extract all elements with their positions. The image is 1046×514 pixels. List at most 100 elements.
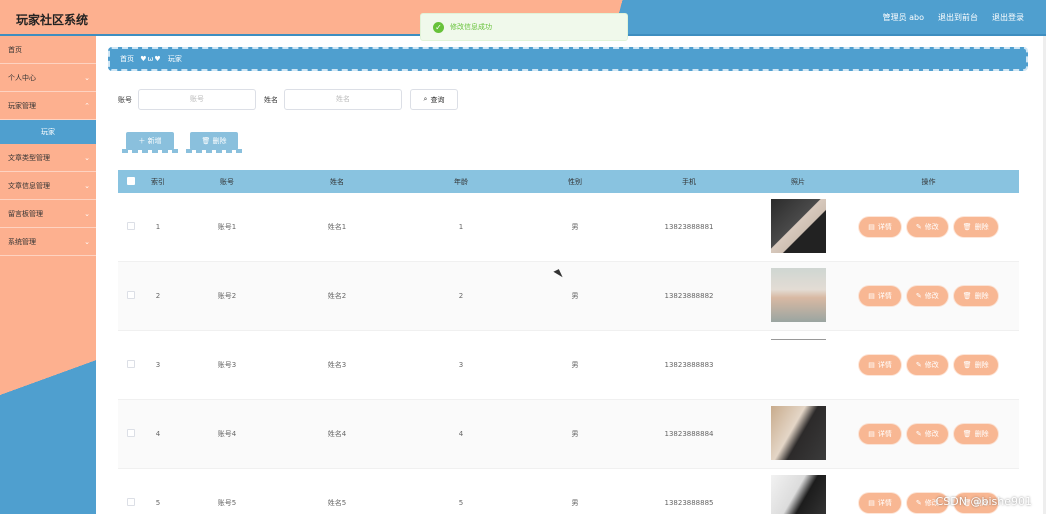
- search-bar: 账号 账号 姓名 姓名 ⌕ 查询: [118, 89, 458, 110]
- delete-button-label: 删除: [974, 361, 989, 369]
- detail-button[interactable]: ▤ 详情: [860, 287, 900, 305]
- name-search-input[interactable]: 姓名: [284, 89, 402, 110]
- delete-button[interactable]: 🗑 删除: [954, 356, 997, 374]
- age-cell: 4: [458, 430, 464, 438]
- row-checkbox[interactable]: [127, 222, 135, 230]
- batch-delete-button[interactable]: 🗑 删除: [186, 132, 242, 153]
- row-checkbox-cell: [118, 429, 144, 439]
- row-checkbox[interactable]: [127, 360, 135, 368]
- row-checkbox-cell: [118, 222, 144, 232]
- account-cell: 账号4: [217, 430, 237, 438]
- breadcrumb-home[interactable]: 首页: [120, 55, 134, 63]
- header-checkbox-cell: [118, 176, 144, 187]
- admin-user-link[interactable]: 管理员 abo: [883, 12, 924, 23]
- column-header: 索引: [151, 177, 165, 186]
- trash-icon: 🗑: [962, 430, 972, 438]
- table-header: 索引 账号 姓名 年龄 性别 手机 照片 操作: [118, 170, 1019, 193]
- age-cell: 3: [458, 361, 464, 369]
- sidebar-item-label: 首页: [8, 46, 22, 54]
- sidebar-item-system-management[interactable]: 系统管理 ⌄: [0, 228, 96, 256]
- column-header: 照片: [791, 177, 805, 186]
- column-header: 年龄: [454, 177, 468, 186]
- chevron-down-icon: ⌄: [84, 210, 90, 218]
- detail-button[interactable]: ▤ 详情: [860, 494, 900, 512]
- name-cell: 姓名4: [327, 430, 347, 438]
- pencil-icon: ✎: [915, 430, 922, 438]
- sidebar-item-message-board-management[interactable]: 留言板管理 ⌄: [0, 200, 96, 228]
- sidebar-item-home[interactable]: 首页: [0, 36, 96, 64]
- detail-button[interactable]: ▤ 详情: [860, 356, 900, 374]
- pencil-icon: ✎: [915, 499, 922, 507]
- pencil-icon: ✎: [915, 361, 922, 369]
- logout-link[interactable]: 退出登录: [992, 12, 1024, 23]
- document-icon: ▤: [868, 499, 875, 507]
- row-checkbox[interactable]: [127, 498, 135, 506]
- select-all-checkbox[interactable]: [127, 176, 135, 185]
- account-cell: 账号2: [217, 292, 237, 300]
- player-photo: [770, 475, 826, 514]
- sidebar-item-article-type-management[interactable]: 文章类型管理 ⌄: [0, 144, 96, 172]
- detail-button-label: 详情: [877, 361, 892, 369]
- app-title: 玩家社区系统: [16, 13, 89, 27]
- row-checkbox-cell: [118, 498, 144, 508]
- photo-cell: [758, 475, 838, 514]
- sidebar-item-label: 玩家管理: [8, 102, 36, 110]
- delete-button[interactable]: 🗑 删除: [954, 425, 997, 443]
- column-header: 操作: [921, 177, 936, 186]
- sidebar-item-label: 留言板管理: [8, 210, 43, 218]
- detail-button[interactable]: ▤ 详情: [860, 425, 900, 443]
- top-links: 管理员 abo 退出到前台 退出登录: [883, 12, 1024, 23]
- batch-delete-button-label: 删除: [212, 137, 227, 145]
- query-button[interactable]: ⌕ 查询: [410, 89, 458, 110]
- hearts-separator-icon: ♥ω♥: [140, 55, 162, 63]
- phone-cell: 13823888881: [664, 223, 714, 231]
- detail-button[interactable]: ▤ 详情: [860, 218, 900, 236]
- sidebar-item-player-management[interactable]: 玩家管理 ⌃: [0, 92, 96, 120]
- breadcrumb: 首页 ♥ω♥ 玩家: [108, 47, 1028, 71]
- document-icon: ▤: [868, 430, 875, 438]
- player-photo: [770, 268, 826, 322]
- document-icon: ▤: [868, 223, 875, 231]
- row-checkbox[interactable]: [127, 429, 135, 437]
- delete-button-label: 删除: [974, 292, 989, 300]
- phone-cell: 13823888883: [664, 361, 714, 369]
- sidebar-subitem-player[interactable]: 玩家: [0, 120, 96, 144]
- index-cell: 3: [155, 361, 161, 369]
- go-frontend-link[interactable]: 退出到前台: [938, 12, 978, 23]
- name-cell: 姓名1: [327, 223, 347, 231]
- phone-cell: 13823888885: [664, 499, 714, 507]
- sidebar-item-label: 系统管理: [8, 238, 36, 246]
- detail-button-label: 详情: [877, 292, 892, 300]
- edit-button[interactable]: ✎ 修改: [907, 218, 947, 236]
- pencil-icon: ✎: [915, 292, 922, 300]
- edit-button[interactable]: ✎ 修改: [907, 287, 947, 305]
- edit-button[interactable]: ✎ 修改: [907, 356, 947, 374]
- index-cell: 4: [155, 430, 161, 438]
- sidebar-item-label: 文章信息管理: [8, 182, 50, 190]
- sidebar-item-label: 文章类型管理: [8, 154, 50, 162]
- query-button-label: 查询: [430, 95, 445, 104]
- table-row: 3 账号3 姓名3 3 男 13823888883 ▤ 详情 ✎ 修改 🗑 删除: [118, 331, 1019, 400]
- name-cell: 姓名5: [327, 499, 347, 507]
- gender-cell: 男: [571, 223, 579, 231]
- account-search-input[interactable]: 账号: [138, 89, 256, 110]
- gender-cell: 男: [571, 361, 579, 369]
- sidebar-item-article-info-management[interactable]: 文章信息管理 ⌄: [0, 172, 96, 200]
- edit-button[interactable]: ✎ 修改: [907, 425, 947, 443]
- row-checkbox[interactable]: [127, 291, 135, 299]
- index-cell: 1: [155, 223, 161, 231]
- delete-button[interactable]: 🗑 删除: [954, 218, 997, 236]
- player-photo-missing: [770, 339, 826, 341]
- player-photo: [770, 406, 826, 460]
- add-button[interactable]: ＋ 新增: [122, 132, 178, 153]
- search-icon: ⌕: [423, 95, 428, 103]
- photo-cell: [758, 199, 838, 255]
- document-icon: ▤: [868, 292, 875, 300]
- sidebar-item-personal-center[interactable]: 个人中心 ⌄: [0, 64, 96, 92]
- edit-button-label: 修改: [924, 223, 939, 231]
- breadcrumb-current: 玩家: [167, 55, 182, 63]
- trash-icon: 🗑: [962, 292, 972, 300]
- delete-button[interactable]: 🗑 删除: [954, 287, 997, 305]
- toast-message: 修改信息成功: [450, 23, 492, 31]
- add-button-label: 新增: [147, 137, 162, 145]
